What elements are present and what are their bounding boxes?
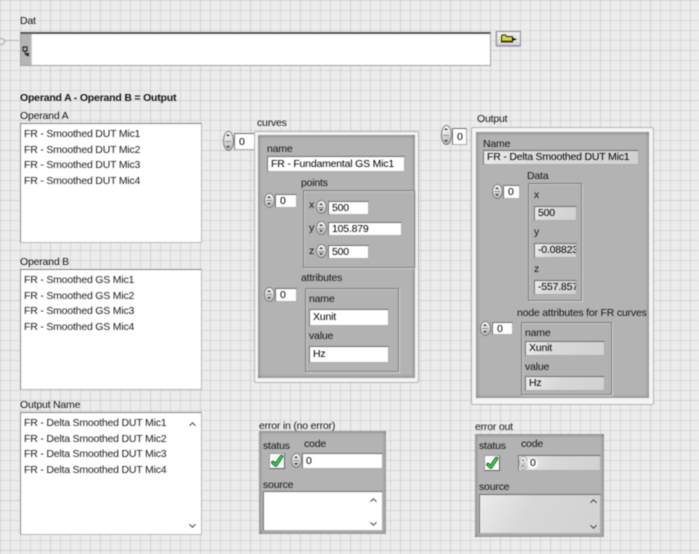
green-check-icon [485, 456, 499, 470]
points-index-value[interactable]: 0 [275, 194, 297, 208]
output-name-field: FR - Delta Smoothed DUT Mic1 [483, 150, 639, 165]
node-attr-value-label: value [525, 361, 549, 373]
data-x-label: x [534, 189, 539, 201]
points-y-field[interactable]: 105.879 [328, 222, 402, 236]
list-item[interactable]: FR - Delta Smoothed DUT Mic3 [21, 447, 201, 463]
attributes-label: attributes [301, 272, 342, 284]
node-attr-value-field: Hz [525, 376, 605, 391]
scroll-up-icon[interactable] [188, 421, 197, 428]
attr-value-field[interactable]: Hz [309, 346, 389, 363]
points-z-field[interactable]: 500 [328, 245, 369, 259]
points-x-field[interactable]: 500 [328, 201, 369, 215]
points-z-label: z [309, 245, 314, 257]
data-index-value[interactable]: 0 [503, 185, 520, 199]
error-in-status-label: status [263, 440, 290, 452]
left-edge-dot [0, 38, 5, 45]
list-item[interactable]: FR - Smoothed DUT Mic1 [21, 127, 201, 143]
node-attributes-label: node attributes for FR curves [517, 307, 647, 319]
node-attr-name-field: Xunit [525, 341, 605, 356]
output-name-listbox[interactable]: FR - Delta Smoothed DUT Mic1 FR - Delta … [20, 412, 202, 535]
folder-icon [500, 33, 519, 45]
scroll-up-icon[interactable] [589, 498, 598, 505]
error-out-label: error out [475, 421, 513, 433]
output-name-label: Output Name [20, 399, 80, 411]
path-input[interactable] [20, 32, 491, 66]
node-attr-index-value[interactable]: 0 [492, 322, 513, 335]
output-name-field-label: Name [483, 138, 510, 150]
output-index-value[interactable]: 0 [452, 128, 467, 145]
error-in-status-check[interactable] [269, 453, 285, 469]
output-label: Output [477, 113, 507, 125]
labview-front-panel: Dat Operand A - Operand B = Output Opera… [0, 0, 699, 554]
attributes-index-value[interactable]: 0 [275, 288, 297, 302]
equation-title: Operand A - Operand B = Output [20, 92, 176, 104]
error-in-code-spinner[interactable] [291, 453, 302, 468]
attr-name-label: name [309, 293, 334, 305]
operand-b-label: Operand B [20, 256, 69, 268]
attr-name-field[interactable]: Xunit [309, 309, 389, 326]
curves-label: curves [257, 117, 287, 129]
error-out-code-label: code [521, 438, 543, 450]
error-out-code-value: 0 [530, 457, 536, 470]
list-item[interactable]: FR - Smoothed GS Mic2 [21, 289, 201, 305]
curves-index-spinner[interactable] [223, 131, 234, 151]
points-x-spinner[interactable] [316, 200, 327, 214]
list-item[interactable]: FR - Delta Smoothed DUT Mic1 [21, 416, 201, 432]
operand-a-label: Operand A [20, 110, 68, 122]
scroll-up-icon[interactable] [369, 497, 378, 504]
points-y-label: y [309, 222, 314, 234]
path-label: Dat [20, 15, 36, 27]
points-z-spinner[interactable] [316, 244, 327, 258]
error-in-source-label: source [263, 479, 293, 491]
error-out-status-label: status [479, 440, 506, 452]
data-z-field: -557.857 [534, 280, 577, 295]
green-check-icon [270, 454, 284, 468]
output-index-spinner[interactable] [441, 125, 452, 145]
points-index-spinner[interactable] [264, 193, 275, 208]
browse-button[interactable] [496, 31, 521, 46]
error-out-status-check [484, 455, 500, 471]
scroll-down-icon[interactable] [369, 520, 378, 527]
scroll-down-icon[interactable] [188, 522, 197, 529]
error-in-source-field[interactable] [263, 491, 383, 531]
data-y-field: -0.08823 [534, 243, 577, 258]
error-in-code-field[interactable]: 0 [302, 453, 383, 469]
list-item[interactable]: FR - Smoothed GS Mic3 [21, 304, 201, 320]
error-out-source-field [479, 494, 601, 534]
data-y-label: y [534, 226, 539, 238]
list-item[interactable]: FR - Smoothed GS Mic4 [21, 320, 201, 336]
points-y-spinner[interactable] [316, 221, 327, 235]
operand-a-listbox[interactable]: FR - Smoothed DUT Mic1 FR - Smoothed DUT… [20, 123, 202, 243]
data-index-spinner[interactable] [492, 184, 503, 199]
data-label: Data [527, 170, 548, 182]
list-item[interactable]: FR - Smoothed GS Mic1 [21, 273, 201, 289]
curves-name-label: name [267, 143, 292, 155]
operand-b-listbox[interactable]: FR - Smoothed GS Mic1 FR - Smoothed GS M… [20, 269, 202, 390]
path-type-strip [21, 34, 32, 65]
error-out-code-field: 0 [518, 455, 601, 471]
scroll-down-icon[interactable] [589, 523, 598, 530]
attr-value-label: value [309, 330, 333, 342]
points-x-label: x [309, 199, 314, 211]
error-out-source-label: source [479, 481, 509, 493]
node-attr-name-label: name [525, 327, 550, 339]
list-item[interactable]: FR - Smoothed DUT Mic3 [21, 158, 201, 174]
left-edge-line [3, 40, 19, 41]
attributes-index-spinner[interactable] [264, 287, 275, 302]
list-item[interactable]: FR - Delta Smoothed DUT Mic4 [21, 463, 201, 479]
node-attr-index-spinner[interactable] [480, 321, 491, 336]
curves-index-value[interactable]: 0 [234, 133, 256, 150]
path-glyph-icon [22, 46, 30, 57]
list-item[interactable]: FR - Smoothed DUT Mic4 [21, 174, 201, 190]
curves-name-field[interactable]: FR - Fundamental GS Mic1 [267, 156, 405, 172]
points-label: points [301, 177, 328, 189]
list-item[interactable]: FR - Delta Smoothed DUT Mic2 [21, 432, 201, 448]
data-z-label: z [534, 263, 539, 275]
error-in-code-label: code [304, 438, 326, 450]
data-x-field: 500 [534, 206, 577, 221]
list-item[interactable]: FR - Smoothed DUT Mic2 [21, 143, 201, 159]
